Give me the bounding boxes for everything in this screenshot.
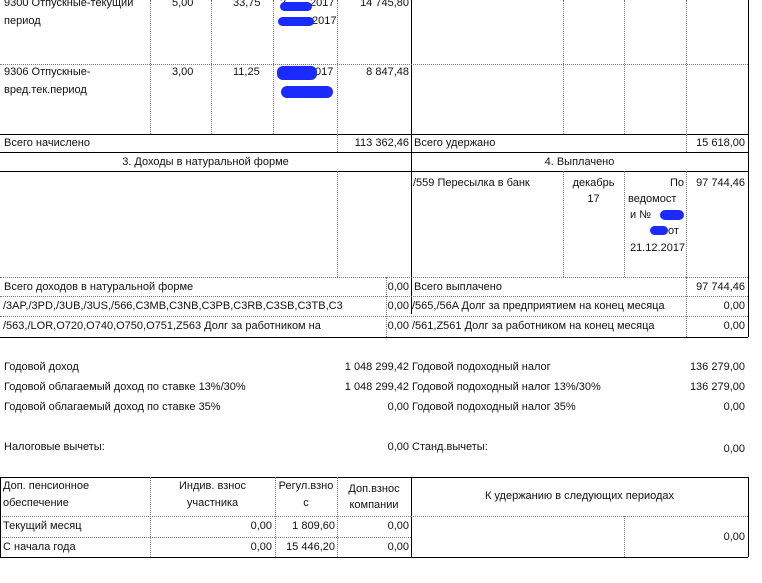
pension-header-4: Доп.взнос bbox=[348, 483, 400, 495]
annual-tax-35-value: 0,00 bbox=[723, 401, 745, 413]
pension-row-company: 0,00 bbox=[387, 541, 409, 553]
accrual-amount: 8 847,48 bbox=[366, 66, 409, 78]
redaction-mark bbox=[281, 86, 333, 98]
natural-total-label: Всего доходов в натуральной форме bbox=[4, 281, 194, 293]
annual-taxable-35-value: 0,00 bbox=[387, 401, 409, 413]
debt-row1-left-value: 0,00 bbox=[387, 300, 409, 312]
tax-deductions-value: 0,00 bbox=[387, 441, 409, 453]
future-withholding-value: 0,00 bbox=[723, 531, 745, 543]
accrual-amount: 14 745,80 bbox=[360, 0, 409, 9]
annual-tax-value: 136 279,00 bbox=[689, 361, 745, 373]
debt-row1-right-value: 0,00 bbox=[723, 300, 745, 312]
tax-deductions-label: Налоговые вычеты: bbox=[4, 441, 105, 453]
accrual-period-year: 2017 bbox=[310, 0, 335, 9]
annual-income-label: Годовой доход bbox=[4, 361, 79, 373]
annual-taxable-13-value: 1 048 299,42 bbox=[344, 381, 409, 393]
pension-row-label: Текущий месяц bbox=[3, 520, 82, 532]
annual-taxable-35-label: Годовой облагаемый доход по ставке 35% bbox=[4, 401, 221, 413]
debt-row1-right: /565,/56A Долг за предприятием на конец … bbox=[412, 300, 665, 312]
section-paid-title: 4. Выплачено bbox=[544, 156, 615, 168]
standard-deductions-value: 0,00 bbox=[723, 443, 745, 455]
annual-income-value: 1 048 299,42 bbox=[344, 361, 409, 373]
payment-year: 17 bbox=[587, 193, 600, 205]
payment-doc-line4: от bbox=[668, 225, 679, 237]
redaction-mark bbox=[280, 2, 312, 11]
annual-tax-13-label: Годовой подоходный налог 13%/30% bbox=[412, 381, 601, 393]
pension-row-regular: 15 446,20 bbox=[286, 541, 335, 553]
paid-total-label: Всего выплачено bbox=[414, 281, 502, 293]
debt-row2-right: /561,Z561 Долг за работником на конец ме… bbox=[412, 320, 655, 332]
total-withheld-value: 15 618,00 bbox=[696, 137, 745, 149]
future-withholding-title: К удержанию в следующих периодах bbox=[484, 490, 675, 502]
total-withheld-label: Всего удержано bbox=[414, 137, 496, 149]
payment-amount: 97 744,46 bbox=[696, 177, 745, 189]
pension-header-3-cont: с bbox=[303, 497, 309, 509]
pension-row-indiv: 0,00 bbox=[250, 541, 272, 553]
accrual-period-end: 2017 bbox=[312, 15, 337, 27]
payment-doc-line3: и № bbox=[630, 209, 652, 221]
accrual-rate: 11,25 bbox=[233, 66, 260, 78]
annual-tax-label: Годовой подоходный налог bbox=[412, 361, 551, 373]
redaction-mark bbox=[650, 226, 668, 235]
total-accrued-value: 113 362,46 bbox=[354, 137, 409, 149]
pension-header-1-cont: обеспечение bbox=[3, 497, 69, 509]
debt-row1-left: /3AP,/3PD,/3UB,/3US,/566,C3MB,C3NB,C3PB,… bbox=[3, 300, 343, 312]
accrual-days: 5,00 bbox=[172, 0, 194, 9]
accrual-code-cont: период bbox=[4, 15, 41, 27]
payment-doc-date: 21.12.2017 bbox=[630, 242, 686, 254]
standard-deductions-label: Станд.вычеты: bbox=[412, 441, 488, 453]
accrual-days: 3,00 bbox=[172, 66, 194, 78]
redaction-mark bbox=[660, 210, 684, 220]
debt-row2-left-value: 0,00 bbox=[387, 320, 409, 332]
debt-row2-left: /563,/LOR,O720,O740,O750,O751,Z563 Долг … bbox=[3, 320, 321, 332]
annual-taxable-13-label: Годовой облагаемый доход по ставке 13%/3… bbox=[4, 381, 246, 393]
pension-row-label: С начала года bbox=[3, 541, 76, 553]
redaction-mark bbox=[277, 66, 317, 80]
redaction-mark bbox=[278, 17, 314, 26]
pension-header-4-cont: компании bbox=[349, 499, 399, 511]
pension-header-2: Индив. взнос bbox=[179, 480, 246, 492]
accrual-rate: 33,75 bbox=[233, 0, 261, 9]
pension-row-indiv: 0,00 bbox=[250, 520, 272, 532]
pension-header-3: Регул.взно bbox=[278, 480, 334, 492]
natural-total-value: 0,00 bbox=[387, 281, 409, 293]
total-accrued-label: Всего начислено bbox=[4, 137, 90, 149]
pension-row-company: 0,00 bbox=[387, 520, 409, 532]
paid-total-value: 97 744,46 bbox=[696, 281, 745, 293]
payment-description: /559 Пересылка в банк bbox=[413, 177, 530, 189]
payment-month: декабрь bbox=[572, 177, 615, 189]
accrual-period-year: 017 bbox=[315, 66, 334, 78]
accrual-code: 9300 Отпускные-текущий bbox=[4, 0, 134, 9]
debt-row2-right-value: 0,00 bbox=[723, 320, 745, 332]
payment-doc-line2: ведомост bbox=[628, 193, 677, 205]
annual-tax-13-value: 136 279,00 bbox=[689, 381, 745, 393]
section-natural-title: 3. Доходы в натуральной форме bbox=[122, 156, 289, 168]
pension-header-1: Доп. пенсионное bbox=[3, 480, 90, 492]
payment-doc-line1: По bbox=[669, 177, 684, 189]
pension-row-regular: 1 809,60 bbox=[292, 520, 335, 532]
annual-tax-35-label: Годовой подоходный налог 35% bbox=[412, 401, 576, 413]
accrual-code-cont: вред.тек.период bbox=[4, 84, 87, 96]
pension-header-2-cont: участника bbox=[186, 497, 239, 509]
accrual-code: 9306 Отпускные- bbox=[4, 66, 91, 78]
